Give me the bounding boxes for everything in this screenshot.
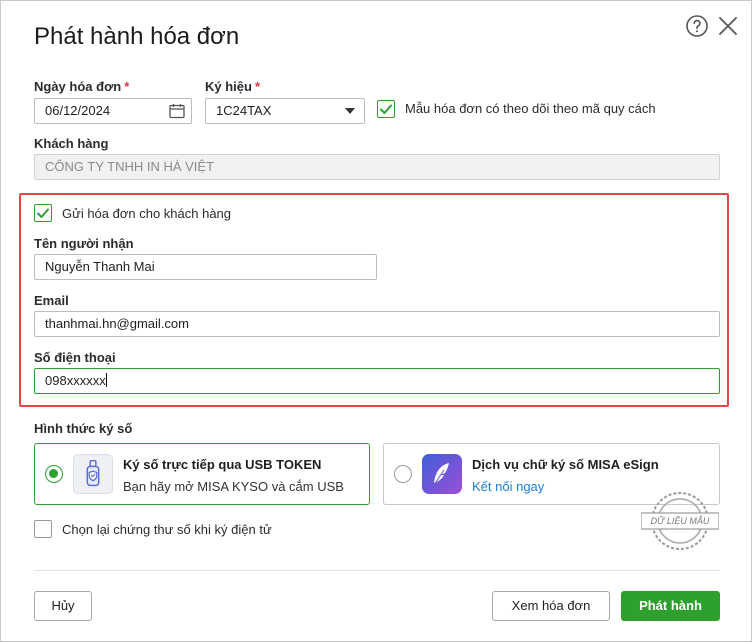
required-mark: * <box>124 79 130 94</box>
option-usb-token-title: Ký số trực tiếp qua USB TOKEN <box>123 457 322 472</box>
phone-input[interactable]: 098xxxxxx <box>34 368 720 394</box>
connect-now-link[interactable]: Kết nối ngay <box>472 479 544 494</box>
check-icon <box>380 104 392 114</box>
required-mark: * <box>254 79 261 94</box>
usb-token-icon <box>73 454 113 494</box>
symbol-value: 1C24TAX <box>216 103 272 118</box>
invoice-date-label: Ngày hóa đơn * <box>34 79 130 94</box>
customer-label: Khách hàng <box>34 136 109 151</box>
option-usb-token-radio[interactable] <box>45 465 63 483</box>
phone-value: 098xxxxxx <box>45 373 106 388</box>
customer-value: CÔNG TY TNHH IN HÀ VIỆT <box>45 159 215 174</box>
dialog-title: Phát hành hóa đơn <box>34 23 240 50</box>
recipient-input[interactable]: Nguyễn Thanh Mai <box>34 254 377 280</box>
signing-method-label: Hình thức ký số <box>34 421 133 436</box>
recipient-label: Tên người nhận <box>34 236 134 251</box>
symbol-select[interactable]: 1C24TAX <box>205 98 365 124</box>
option-usb-token-subtitle: Bạn hãy mở MISA KYSO và cắm USB <box>123 479 344 494</box>
reselect-certificate-label: Chọn lại chứng thư số khi ký điện tử <box>62 522 272 537</box>
email-input[interactable]: thanhmai.hn@gmail.com <box>34 311 720 337</box>
caret-down-icon[interactable] <box>345 108 355 114</box>
customer-input: CÔNG TY TNHH IN HÀ VIỆT <box>34 154 720 180</box>
invoice-date-value: 06/12/2024 <box>45 103 111 118</box>
invoice-date-input[interactable]: 06/12/2024 <box>34 98 192 124</box>
help-icon[interactable] <box>685 14 709 38</box>
publish-button[interactable]: Phát hành <box>621 591 720 621</box>
option-esign-radio[interactable] <box>394 465 412 483</box>
close-icon[interactable] <box>716 14 740 38</box>
text-cursor <box>105 373 107 387</box>
template-tracking-label: Mẫu hóa đơn có theo dõi theo mã quy cách <box>405 101 656 116</box>
sample-data-stamp-text: DỮ LIỆU MẪU <box>650 516 710 526</box>
email-label: Email <box>34 293 69 308</box>
check-icon <box>37 208 49 218</box>
email-value: thanhmai.hn@gmail.com <box>45 316 189 331</box>
option-esign-title: Dịch vụ chữ ký số MISA eSign <box>472 457 659 472</box>
recipient-value: Nguyễn Thanh Mai <box>45 259 155 274</box>
send-to-customer-checkbox[interactable] <box>34 204 52 222</box>
cancel-button[interactable]: Hủy <box>34 591 92 621</box>
symbol-label: Ký hiệu * <box>205 79 261 94</box>
reselect-certificate-checkbox[interactable] <box>34 520 52 538</box>
send-to-customer-label: Gửi hóa đơn cho khách hàng <box>62 206 232 221</box>
option-usb-token-card[interactable]: Ký số trực tiếp qua USB TOKEN Bạn hãy mở… <box>34 443 370 505</box>
feather-pen-icon <box>422 454 462 494</box>
template-tracking-checkbox[interactable] <box>377 100 395 118</box>
publish-invoice-dialog: Phát hành hóa đơn Ngày hóa đơn * 06/12/20… <box>0 0 752 642</box>
calendar-icon[interactable] <box>168 102 186 120</box>
footer-divider <box>34 570 720 571</box>
view-invoice-button[interactable]: Xem hóa đơn <box>492 591 610 621</box>
phone-label: Số điện thoại <box>34 350 116 365</box>
